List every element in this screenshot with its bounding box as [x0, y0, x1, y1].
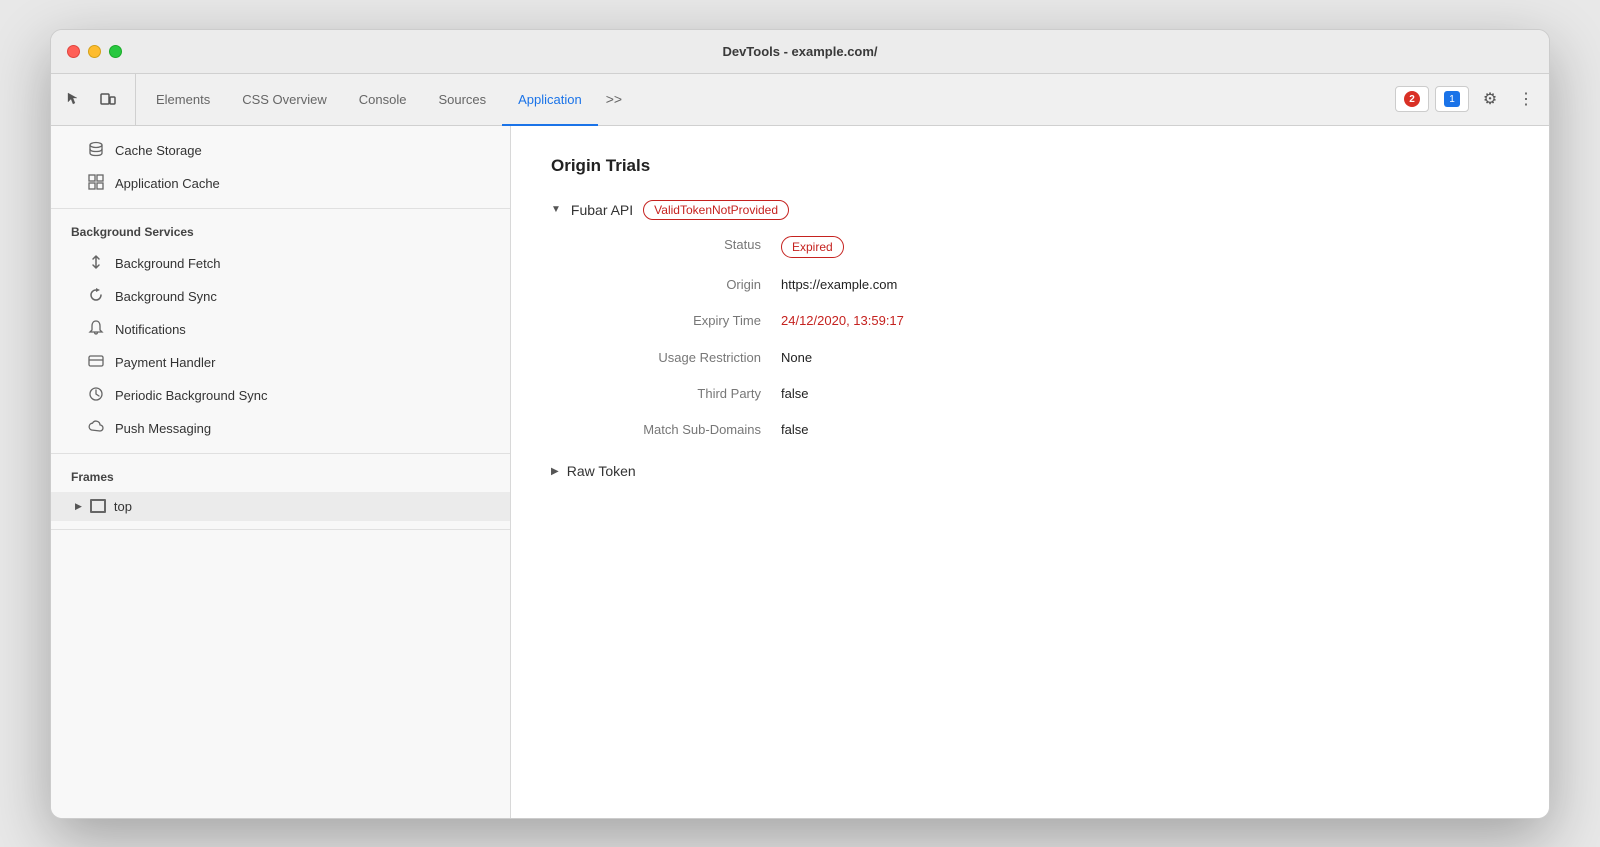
sidebar: Cache Storage Application Cache [51, 126, 511, 818]
background-services-header: Background Services [51, 217, 510, 247]
top-frame-label: top [114, 499, 132, 514]
tab-console[interactable]: Console [343, 75, 423, 126]
sidebar-item-cache-storage[interactable]: Cache Storage [51, 134, 510, 167]
sidebar-item-background-fetch[interactable]: Background Fetch [51, 247, 510, 280]
frames-section: Frames ▶ top [51, 454, 510, 530]
sidebar-item-payment-handler[interactable]: Payment Handler [51, 346, 510, 379]
page-title: Origin Trials [551, 156, 1509, 176]
close-button[interactable] [67, 45, 80, 58]
device-icon [100, 91, 116, 107]
push-messaging-label: Push Messaging [115, 421, 211, 436]
inspect-element-button[interactable] [59, 84, 89, 114]
error-count: 2 [1404, 91, 1420, 107]
arrows-updown-icon [87, 254, 105, 273]
info-count: 1 [1444, 91, 1460, 107]
settings-button[interactable]: ⚙ [1475, 84, 1505, 114]
trial-name: Fubar API [571, 202, 633, 218]
traffic-lights [67, 45, 122, 58]
titlebar: DevTools - example.com/ [51, 30, 1549, 74]
grid-icon [87, 174, 105, 193]
origin-value: https://example.com [781, 276, 1509, 294]
tab-application[interactable]: Application [502, 75, 598, 126]
origin-label: Origin [581, 276, 781, 294]
background-services-section: Background Services Background Fetch [51, 209, 510, 454]
raw-token-label: Raw Token [567, 463, 636, 479]
toolbar: Elements CSS Overview Console Sources Ap… [51, 74, 1549, 126]
match-subdomains-label: Match Sub-Domains [581, 421, 781, 439]
sidebar-item-notifications[interactable]: Notifications [51, 313, 510, 346]
storage-section: Cache Storage Application Cache [51, 126, 510, 209]
sync-icon [87, 287, 105, 306]
trial-status-badge: ValidTokenNotProvided [643, 200, 789, 220]
sidebar-item-top-frame[interactable]: ▶ top [51, 492, 510, 521]
raw-token-expand-icon: ▶ [551, 466, 559, 477]
sidebar-item-push-messaging[interactable]: Push Messaging [51, 412, 510, 445]
background-fetch-label: Background Fetch [115, 256, 221, 271]
frame-icon [90, 499, 106, 513]
sidebar-item-background-sync[interactable]: Background Sync [51, 280, 510, 313]
bell-icon [87, 320, 105, 339]
sidebar-item-application-cache[interactable]: Application Cache [51, 167, 510, 200]
main-content: Cache Storage Application Cache [51, 126, 1549, 818]
toolbar-right: 2 1 ⚙ ⋮ [1387, 74, 1541, 125]
cloud-icon [87, 419, 105, 438]
expiry-value: 24/12/2020, 13:59:17 [781, 312, 1509, 330]
usage-restriction-value: None [781, 349, 1509, 367]
third-party-value: false [781, 385, 1509, 403]
card-icon [87, 353, 105, 372]
trial-header: ▼ Fubar API ValidTokenNotProvided [551, 200, 1509, 220]
trial-section: ▼ Fubar API ValidTokenNotProvided Status… [551, 200, 1509, 480]
toolbar-left-icons [59, 74, 136, 125]
frames-header: Frames [51, 462, 510, 492]
content-area: Origin Trials ▼ Fubar API ValidTokenNotP… [511, 126, 1549, 818]
more-tabs-button[interactable]: >> [598, 74, 630, 125]
periodic-background-sync-label: Periodic Background Sync [115, 388, 267, 403]
more-options-button[interactable]: ⋮ [1511, 84, 1541, 114]
tab-css-overview[interactable]: CSS Overview [226, 75, 343, 126]
sidebar-item-periodic-background-sync[interactable]: Periodic Background Sync [51, 379, 510, 412]
tab-sources[interactable]: Sources [422, 75, 502, 126]
cursor-icon [66, 91, 82, 107]
usage-restriction-label: Usage Restriction [581, 349, 781, 367]
cache-storage-label: Cache Storage [115, 143, 202, 158]
expiry-label: Expiry Time [581, 312, 781, 330]
expand-triangle-icon: ▶ [75, 501, 82, 512]
status-value: Expired [781, 236, 1509, 259]
collapse-triangle-icon[interactable]: ▼ [551, 204, 561, 215]
minimize-button[interactable] [88, 45, 101, 58]
notifications-label: Notifications [115, 322, 186, 337]
status-label: Status [581, 236, 781, 259]
toolbar-tabs: Elements CSS Overview Console Sources Ap… [140, 74, 1387, 125]
info-badge-button[interactable]: 1 [1435, 86, 1469, 112]
status-badge: Expired [781, 236, 844, 259]
trial-details: Status Expired Origin https://example.co… [581, 236, 1509, 440]
match-subdomains-value: false [781, 421, 1509, 439]
application-cache-label: Application Cache [115, 176, 220, 191]
third-party-label: Third Party [581, 385, 781, 403]
clock-icon [87, 386, 105, 405]
raw-token-row[interactable]: ▶ Raw Token [551, 463, 1509, 479]
background-sync-label: Background Sync [115, 289, 217, 304]
database-icon [87, 141, 105, 160]
tab-elements[interactable]: Elements [140, 75, 226, 126]
error-badge-button[interactable]: 2 [1395, 86, 1429, 112]
window-title: DevTools - example.com/ [722, 44, 877, 59]
maximize-button[interactable] [109, 45, 122, 58]
device-toggle-button[interactable] [93, 84, 123, 114]
payment-handler-label: Payment Handler [115, 355, 215, 370]
devtools-window: DevTools - example.com/ Elements CSS Ove… [50, 29, 1550, 819]
